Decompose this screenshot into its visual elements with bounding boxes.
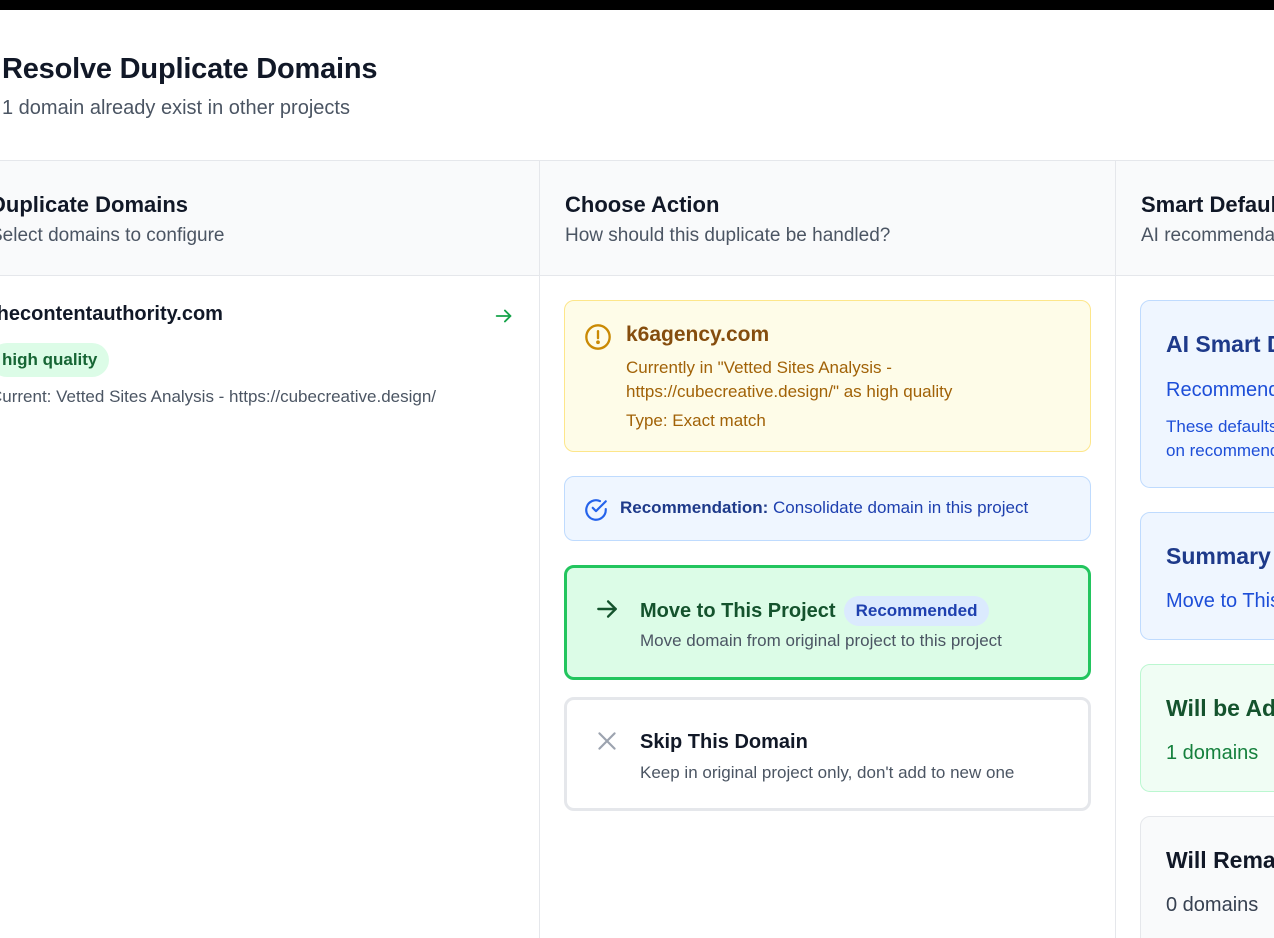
ai-card-description: These defaults are based on recommended …: [1166, 417, 1274, 460]
domain-current-project: Current: Vetted Sites Analysis - https:/…: [0, 387, 437, 406]
ai-smart-defaults-card: AI Smart Defaults Recommended These defa…: [1140, 300, 1274, 488]
ai-card-title: AI Smart Defaults: [1166, 331, 1274, 357]
summary-title: Summary: [1166, 543, 1271, 569]
will-be-added-card: Will be Added 1 domains: [1140, 664, 1274, 792]
arrow-right-icon: [597, 600, 617, 618]
modal-subtitle: 1 domain already exist in other projects: [2, 97, 350, 119]
modal-header: Resolve Duplicate Domains 1 domain alrea…: [2, 52, 378, 120]
close-icon: [598, 732, 616, 750]
alert-circle-icon: [585, 324, 611, 350]
smart-defaults-column: Smart Defaults AI recommendations AI Sma…: [1116, 161, 1274, 938]
duplicates-column: Duplicate Domains Select domains to conf…: [0, 161, 540, 938]
will-be-added-count: 1 domains: [1166, 742, 1259, 764]
smart-defaults-header: Smart Defaults AI recommendations: [1116, 161, 1274, 276]
move-option-description: Move domain from original project to thi…: [640, 631, 1002, 650]
arrow-right-icon: [495, 309, 512, 323]
duplicates-column-header: Duplicate Domains Select domains to conf…: [0, 161, 539, 276]
recommendation-value: Consolidate domain in this project: [773, 498, 1029, 517]
will-remain-card: Will Remain 0 domains: [1140, 816, 1274, 938]
smart-defaults-subtitle: AI recommendations: [1141, 225, 1274, 246]
move-to-project-option[interactable]: Move to This Project Recommended Move dom…: [564, 565, 1091, 680]
recommended-badge: Recommended: [843, 596, 990, 626]
skip-domain-option[interactable]: Skip This Domain Keep in original projec…: [564, 697, 1091, 811]
warning-body: Currently in "Vetted Sites Analysis - ht…: [626, 358, 953, 401]
recommendation-text: Recommendation: Consolidate domain in th…: [620, 498, 1028, 518]
skip-option-title: Skip This Domain: [640, 731, 808, 753]
columns-container: Duplicate Domains Select domains to conf…: [0, 160, 1274, 938]
duplicate-warning-card: k6agency.com Currently in "Vetted Sites …: [564, 300, 1091, 452]
domain-name: thecontentauthority.com: [0, 303, 223, 325]
modal-title: Resolve Duplicate Domains: [2, 53, 378, 85]
will-be-added-title: Will be Added: [1166, 695, 1274, 721]
ai-card-line: Recommended: [1166, 379, 1274, 401]
recommendation-label: Recommendation:: [620, 498, 769, 517]
recommendation-card: Recommendation: Consolidate domain in th…: [564, 476, 1091, 541]
summary-action: Move to This Project: [1166, 590, 1274, 612]
warning-match-type: Type: Exact match: [626, 411, 766, 430]
duplicates-column-subtitle: Select domains to configure: [0, 225, 225, 246]
move-option-label: Move to This Project: [640, 600, 836, 622]
summary-card: Summary Move to This Project: [1140, 512, 1274, 640]
action-column-subtitle: How should this duplicate be handled?: [565, 225, 891, 246]
move-option-title: Move to This Project Recommended: [640, 596, 990, 626]
action-column: Choose Action How should this duplicate …: [540, 161, 1116, 938]
smart-defaults-title: Smart Defaults: [1141, 192, 1274, 217]
check-circle-icon: [585, 499, 607, 521]
window-top-bar: [0, 0, 1274, 10]
will-remain-count: 0 domains: [1166, 894, 1259, 916]
will-remain-title: Will Remain: [1166, 847, 1274, 873]
warning-domain: k6agency.com: [626, 323, 770, 346]
quality-badge: high quality: [0, 343, 110, 377]
action-column-header: Choose Action How should this duplicate …: [540, 161, 1115, 276]
action-column-title: Choose Action: [565, 192, 720, 217]
skip-option-description: Keep in original project only, don't add…: [640, 763, 1015, 782]
duplicates-column-title: Duplicate Domains: [0, 192, 189, 217]
